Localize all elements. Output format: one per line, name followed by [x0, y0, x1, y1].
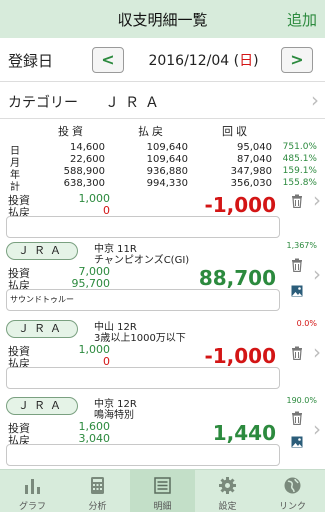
summary-payout: 994,330: [146, 178, 188, 189]
summary-payout: 109,640: [146, 154, 188, 165]
trash-icon[interactable]: [291, 258, 303, 272]
summary-header-invest: 投資: [58, 125, 86, 138]
category-row[interactable]: カテゴリー ＪＲＡ ›: [0, 82, 325, 119]
summary-rate: 159.1%: [282, 166, 317, 176]
summary-invest: 638,300: [63, 178, 105, 189]
tab-link[interactable]: リンク: [260, 470, 325, 512]
category-tag: ＪＲＡ: [6, 242, 78, 260]
memo-field[interactable]: [6, 367, 280, 389]
chevron-right-icon: ›: [313, 340, 321, 364]
screen: 収支明細一覧 追加 登録日 < 2016/12/04 (日) > カテゴリー Ｊ…: [0, 0, 325, 512]
category-tag: ＪＲＡ: [6, 397, 78, 415]
bottom-tab-bar: グラフ 分析 明細 設定 リンク: [0, 469, 325, 512]
memo-field[interactable]: [6, 444, 280, 466]
summary-recovery: 347,980: [230, 166, 272, 177]
page-title: 収支明細一覧: [117, 11, 208, 29]
recovery-rate: 190.0%: [286, 396, 317, 405]
summary-recovery: 356,030: [230, 178, 272, 189]
list-item[interactable]: ＪＲＡ 中京 11R チャンピオンズC(GI) 1,367% 投資 払戻 7,0…: [0, 240, 325, 312]
date-value: 2016/12/04: [148, 53, 234, 69]
dow-close: ): [253, 53, 259, 69]
date-label: 登録日: [8, 52, 54, 70]
summary-header-payout: 払戻: [138, 125, 166, 138]
day-of-week: 日: [239, 53, 254, 69]
race-name: チャンピオンズC(GI): [94, 255, 190, 266]
summary-row-year: 年 588,900 936,880 347,980 159.1%: [0, 166, 325, 181]
summary-rate: 155.8%: [282, 178, 317, 188]
prev-date-button[interactable]: <: [92, 47, 124, 73]
list-icon: [154, 477, 171, 494]
bar-chart-icon: [25, 479, 40, 494]
tab-label: 設定: [218, 502, 237, 512]
summary-invest: 588,900: [63, 166, 105, 177]
race-name: 鳴海特別: [94, 410, 134, 421]
chevron-right-icon: ›: [311, 88, 319, 112]
title-bar: 収支明細一覧 追加: [0, 0, 325, 38]
summary-row-month: 月 22,600 109,640 87,040 485.1%: [0, 154, 325, 169]
tab-settings[interactable]: 設定: [195, 470, 260, 512]
summary-table: 投資 払戻 回収 日 14,600 109,640 95,040 751.0% …: [0, 119, 325, 193]
summary-payout: 109,640: [146, 142, 188, 153]
recovery-rate: 0.0%: [296, 319, 317, 328]
calculator-icon: [91, 477, 104, 494]
tab-label: 分析: [88, 502, 107, 512]
result-amount: -1,000: [204, 344, 276, 368]
tab-analysis[interactable]: 分析: [65, 470, 130, 512]
trash-icon[interactable]: [291, 194, 303, 208]
summary-recovery: 95,040: [237, 142, 272, 153]
date-display: 2016/12/04 (日): [126, 50, 281, 70]
tab-graph[interactable]: グラフ: [0, 470, 65, 512]
list-item[interactable]: ＪＲＡ 中山 12R 3歳以上1000万以下 0.0% 投資 払戻 1,000 …: [0, 318, 325, 390]
summary-row-total: 計 638,300 994,330 356,030 155.8%: [0, 178, 325, 193]
result-amount: -1,000: [204, 193, 276, 217]
gear-icon: [219, 477, 236, 494]
trash-icon[interactable]: [291, 346, 303, 360]
result-amount: 1,440: [212, 421, 276, 445]
chevron-right-icon: ›: [313, 193, 321, 212]
summary-header-recovery: 回収: [222, 125, 250, 138]
tab-label: リンク: [278, 502, 306, 512]
category-value: ＪＲＡ: [105, 95, 165, 111]
summary-recovery: 87,040: [237, 154, 272, 165]
globe-icon: [284, 477, 301, 494]
summary-rate: 751.0%: [282, 142, 317, 152]
date-row: 登録日 < 2016/12/04 (日) >: [0, 38, 325, 82]
race-name: 3歳以上1000万以下: [94, 333, 186, 344]
summary-payout: 936,880: [146, 166, 188, 177]
category-tag: ＪＲＡ: [6, 320, 78, 338]
image-icon[interactable]: [291, 435, 303, 449]
summary-rate: 485.1%: [282, 154, 317, 164]
summary-invest: 22,600: [70, 154, 105, 165]
tab-label: グラフ: [18, 502, 46, 512]
memo-field[interactable]: サウンドトゥルー: [6, 289, 280, 311]
next-date-button[interactable]: >: [281, 47, 313, 73]
trash-icon[interactable]: [291, 411, 303, 425]
summary-key: 計: [10, 182, 20, 193]
tab-details[interactable]: 明細: [130, 470, 195, 512]
list-item[interactable]: 投資 払戻 1,000 0 -1,000 ›: [0, 193, 325, 240]
category-label: カテゴリー: [8, 95, 78, 111]
list-item[interactable]: ＪＲＡ 中京 12R 鳴海特別 190.0% 投資 払戻 1,600 3,040…: [0, 395, 325, 469]
chevron-right-icon: ›: [313, 417, 321, 441]
summary-row-day: 日 14,600 109,640 95,040 751.0%: [0, 142, 325, 157]
summary-invest: 14,600: [70, 142, 105, 153]
result-amount: 88,700: [198, 266, 276, 290]
add-button[interactable]: 追加: [287, 9, 317, 30]
chevron-right-icon: ›: [313, 262, 321, 286]
tab-label: 明細: [153, 502, 172, 512]
entry-list[interactable]: 投資 払戻 1,000 0 -1,000 › ＪＲＡ 中京 11R チャンピオン…: [0, 193, 325, 469]
recovery-rate: 1,367%: [286, 241, 317, 250]
image-icon[interactable]: [291, 284, 303, 298]
memo-field[interactable]: [6, 216, 280, 238]
